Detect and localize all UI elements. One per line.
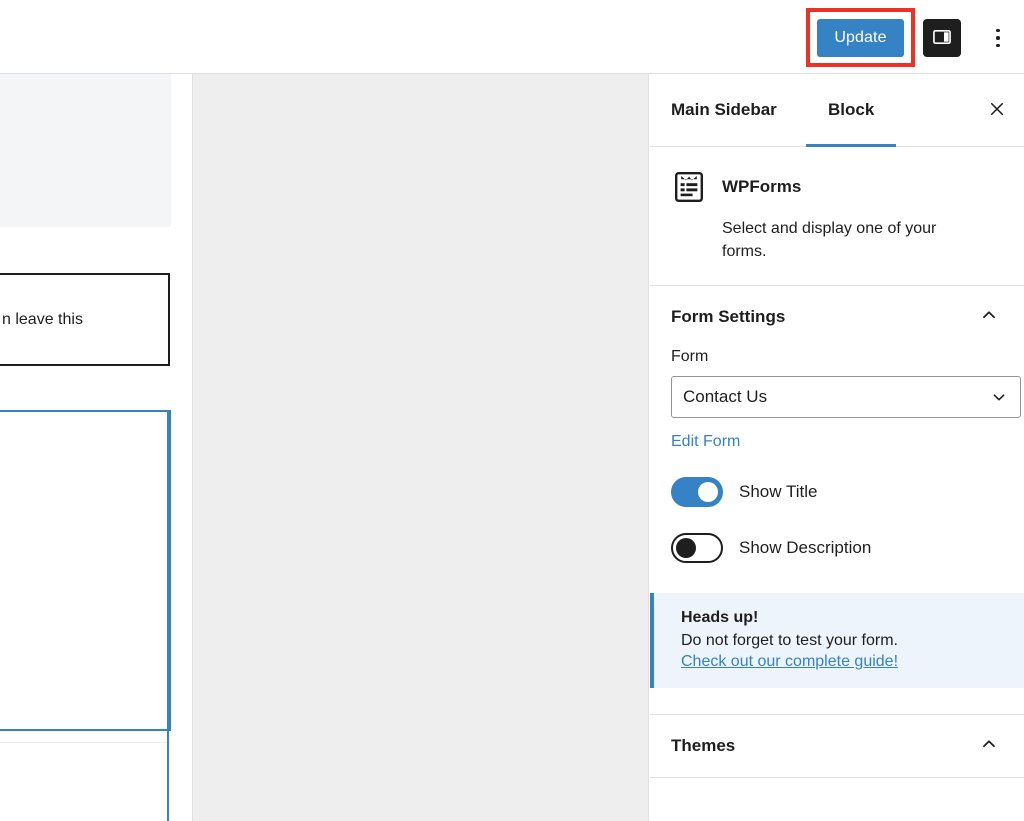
heads-up-notice: Heads up! Do not forget to test your for… xyxy=(650,593,1024,689)
chevron-up-icon xyxy=(978,304,1000,331)
form-select-label: Form xyxy=(671,348,709,366)
close-sidebar-button[interactable] xyxy=(978,91,1016,129)
settings-sidebar-toggle-button[interactable] xyxy=(923,19,961,57)
panel-themes: Themes xyxy=(650,715,1024,779)
editor-screen: Update n leave this Main Sidebar Block W… xyxy=(0,0,1024,821)
panel-form-settings: Form Settings Form Contact Us Edit Form … xyxy=(650,286,1024,716)
block-description: Select and display one of your forms. xyxy=(722,220,937,261)
show-description-toggle[interactable] xyxy=(671,533,723,564)
notice-guide-link[interactable]: Check out our complete guide! xyxy=(681,653,898,670)
toggle-row-show-title: Show Title xyxy=(671,477,1000,508)
more-options-button[interactable] xyxy=(980,19,1016,57)
chevron-up-icon xyxy=(978,733,1000,760)
content-block-paragraph[interactable]: n leave this xyxy=(0,273,170,366)
kebab-vertical-icon xyxy=(996,28,1000,48)
show-title-label: Show Title xyxy=(739,482,818,502)
panel-themes-header[interactable]: Themes xyxy=(671,715,1000,777)
settings-panel-icon xyxy=(931,26,953,51)
wpforms-clipboard-icon xyxy=(671,169,707,205)
notice-title: Heads up! xyxy=(681,609,759,627)
selected-block-rail xyxy=(167,410,169,821)
content-block-wpforms-selected[interactable] xyxy=(0,410,171,731)
editor-canvas-background xyxy=(192,74,649,821)
tab-main-sidebar[interactable]: Main Sidebar xyxy=(671,74,777,146)
block-title: WPForms xyxy=(722,177,802,196)
toggle-knob xyxy=(698,482,718,503)
panel-themes-title: Themes xyxy=(671,736,736,756)
update-button[interactable]: Update xyxy=(817,19,904,57)
toggle-row-show-description: Show Description xyxy=(671,533,1000,564)
content-block-following[interactable] xyxy=(0,742,171,821)
content-block-paragraph-text: n leave this xyxy=(2,310,83,328)
tab-block[interactable]: Block xyxy=(805,74,897,147)
form-select[interactable]: Contact Us xyxy=(671,376,1021,419)
panel-form-settings-body: Form Contact Us Edit Form Show Title Sho… xyxy=(650,348,1024,714)
settings-sidebar: Main Sidebar Block WPForms Select and di… xyxy=(650,74,1024,821)
form-select-value: Contact Us xyxy=(683,387,768,407)
show-title-toggle[interactable] xyxy=(671,477,723,508)
editor-top-bar: Update xyxy=(0,0,1024,74)
sidebar-tab-bar: Main Sidebar Block xyxy=(650,74,1024,147)
block-info-card: WPForms Select and display one of your f… xyxy=(650,147,1024,287)
close-icon xyxy=(988,100,1006,121)
show-description-label: Show Description xyxy=(739,538,872,558)
edit-form-link[interactable]: Edit Form xyxy=(671,433,740,451)
chevron-down-icon xyxy=(989,387,1009,407)
notice-text: Do not forget to test your form. xyxy=(681,632,898,650)
post-content-column: n leave this xyxy=(0,74,192,821)
content-block-image-placeholder[interactable] xyxy=(0,74,171,227)
toggle-knob xyxy=(676,538,696,559)
panel-form-settings-title: Form Settings xyxy=(671,307,786,327)
panel-form-settings-header[interactable]: Form Settings xyxy=(671,286,1000,348)
